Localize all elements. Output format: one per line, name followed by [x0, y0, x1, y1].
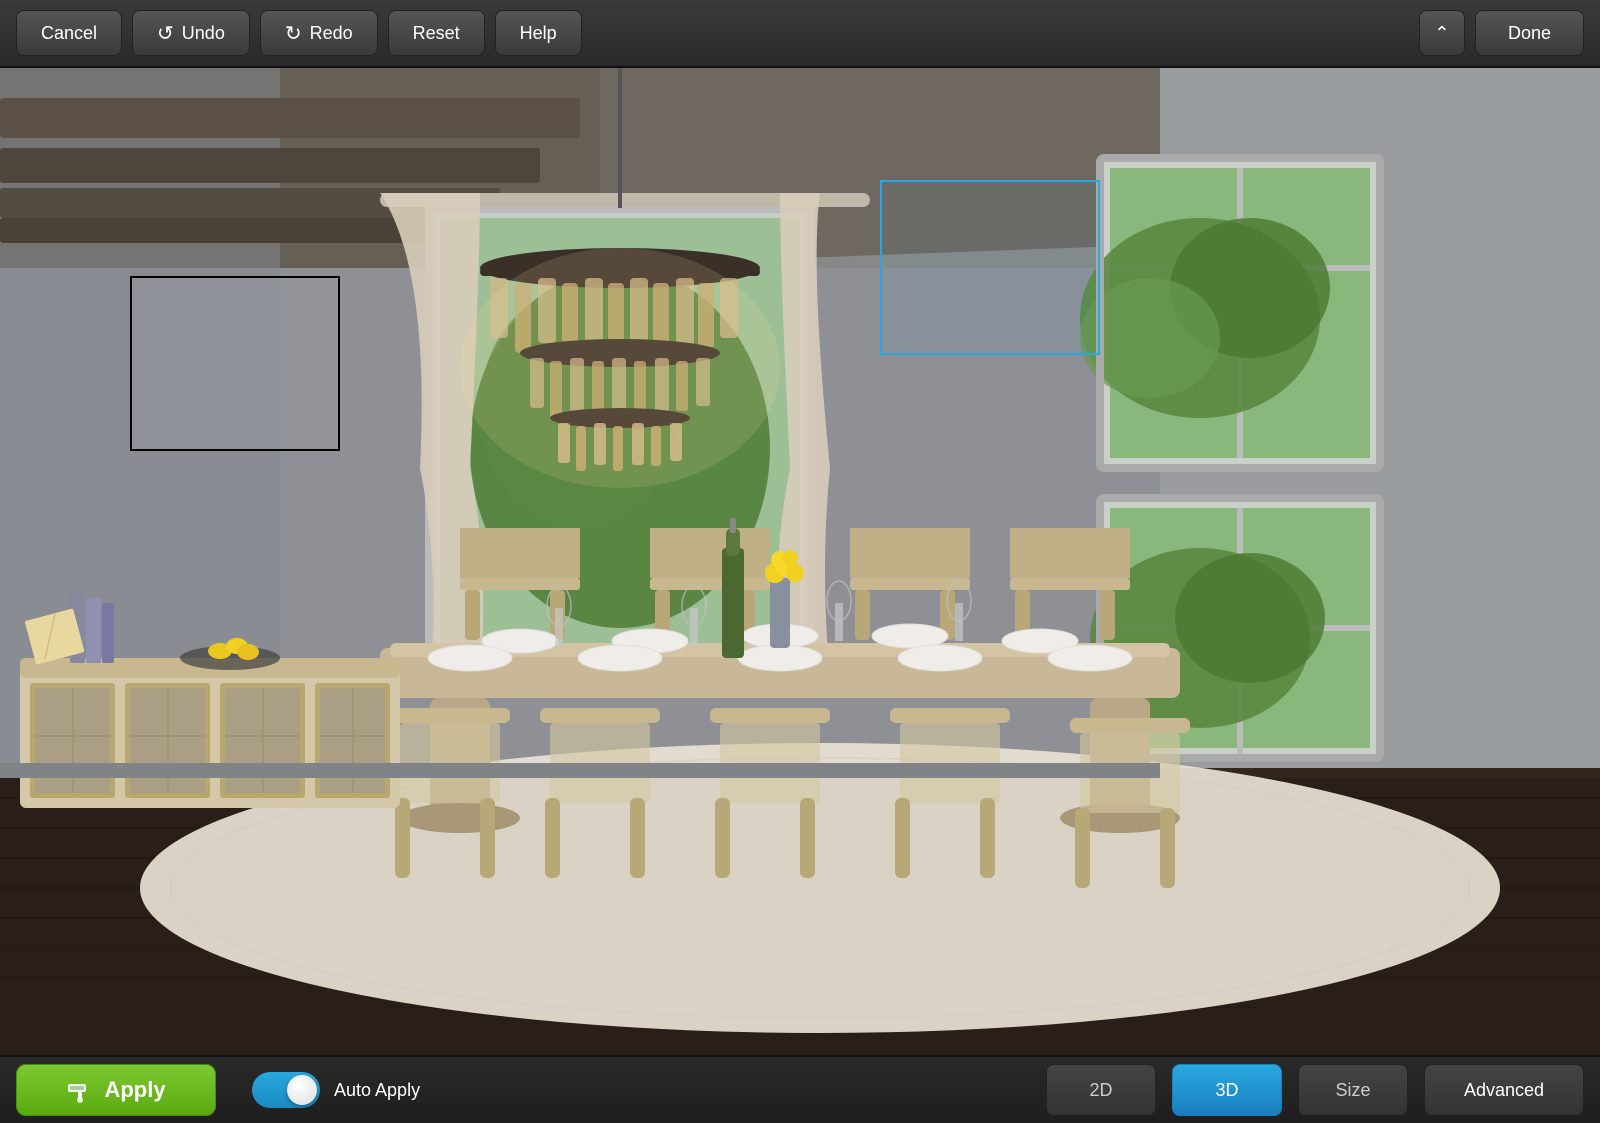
- paint-roller-icon: [66, 1076, 94, 1104]
- reset-button[interactable]: Reset: [388, 10, 485, 56]
- room-scene: [0, 68, 1600, 1055]
- chevron-up-icon: ⌃: [1434, 23, 1449, 44]
- scene-viewport[interactable]: [0, 68, 1600, 1055]
- auto-apply-toggle-container: Auto Apply: [252, 1072, 420, 1108]
- help-label: Help: [520, 23, 557, 44]
- mode-3d-label: 3D: [1215, 1080, 1238, 1101]
- undo-icon: ↺: [157, 21, 174, 46]
- advanced-button[interactable]: Advanced: [1424, 1064, 1584, 1116]
- done-label: Done: [1508, 23, 1551, 43]
- apply-button[interactable]: Apply: [16, 1064, 216, 1116]
- collapse-button[interactable]: ⌃: [1419, 10, 1465, 56]
- top-toolbar: Cancel ↺ Undo ↻ Redo Reset Help ⌃ Done: [0, 0, 1600, 68]
- mode-2d-button[interactable]: 2D: [1046, 1064, 1156, 1116]
- apply-label: Apply: [104, 1077, 165, 1103]
- help-button[interactable]: Help: [495, 10, 582, 56]
- auto-apply-toggle[interactable]: [252, 1072, 320, 1108]
- cancel-label: Cancel: [41, 23, 97, 44]
- reset-label: Reset: [413, 23, 460, 44]
- mode-3d-button[interactable]: 3D: [1172, 1064, 1282, 1116]
- size-button[interactable]: Size: [1298, 1064, 1408, 1116]
- size-label: Size: [1335, 1080, 1370, 1101]
- toggle-thumb: [287, 1075, 317, 1105]
- redo-button[interactable]: ↻ Redo: [260, 10, 378, 56]
- bottom-toolbar: Apply Auto Apply 2D 3D Size Advanced: [0, 1055, 1600, 1123]
- undo-button[interactable]: ↺ Undo: [132, 10, 250, 56]
- cancel-button[interactable]: Cancel: [16, 10, 122, 56]
- redo-icon: ↻: [285, 21, 302, 46]
- mode-2d-label: 2D: [1089, 1080, 1112, 1101]
- done-button[interactable]: Done: [1475, 10, 1584, 56]
- advanced-label: Advanced: [1464, 1080, 1544, 1100]
- undo-label: Undo: [182, 23, 225, 44]
- auto-apply-label: Auto Apply: [334, 1080, 420, 1101]
- redo-label: Redo: [310, 23, 353, 44]
